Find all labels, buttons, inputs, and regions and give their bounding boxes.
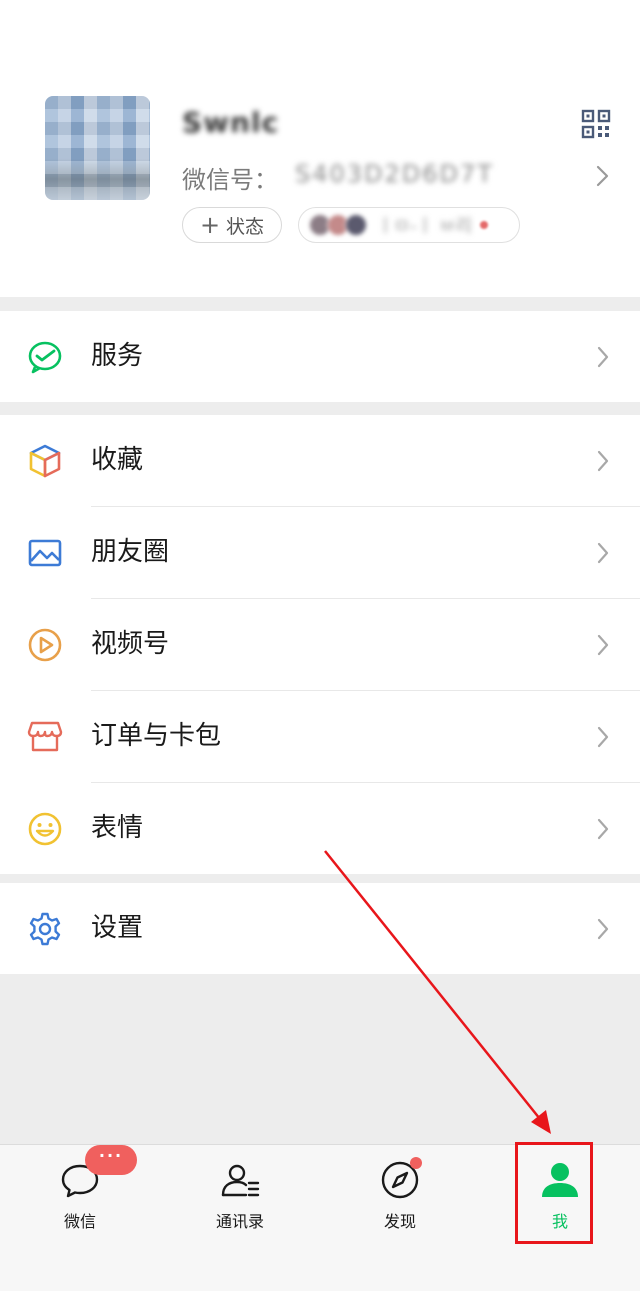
unread-badge: ···	[85, 1145, 137, 1175]
menu-item-services[interactable]: 服务	[0, 311, 640, 402]
chevron-right-icon	[597, 542, 609, 564]
tab-label-discover: 发现	[383, 1212, 416, 1231]
avatar[interactable]	[45, 96, 150, 200]
friends-status-dot	[480, 221, 489, 229]
qr-code-icon[interactable]	[581, 109, 611, 139]
menu-label-favorites: 收藏	[91, 445, 144, 475]
nickname: Swnlc	[182, 106, 280, 139]
chevron-right-icon	[597, 726, 609, 748]
menu-group-settings: 设置	[0, 883, 640, 974]
friends-status-pill[interactable]: ㅣㅁ-ㅣ ㅂ리	[298, 207, 520, 243]
tab-label-contacts: 通讯录	[215, 1212, 264, 1231]
menu-group-main: 收藏 朋友圈 视频号 订单与卡包 表情	[0, 415, 640, 874]
play-circle-icon	[28, 628, 62, 662]
menu-item-settings[interactable]: 设置	[0, 883, 640, 974]
annotation-highlight-box	[515, 1142, 593, 1244]
wechat-pay-check-icon	[28, 341, 62, 374]
friends-avatars	[309, 214, 367, 236]
smile-face-icon	[28, 812, 62, 846]
chevron-right-icon	[597, 346, 609, 368]
menu-group-services: 服务	[0, 311, 640, 402]
menu-item-favorites[interactable]: 收藏	[0, 415, 640, 506]
wechat-id-label: 微信号：	[182, 166, 278, 194]
menu-label-channels: 视频号	[91, 629, 170, 659]
gear-icon	[29, 912, 61, 946]
chevron-right-icon	[597, 450, 609, 472]
tab-label-chats: 微信	[63, 1212, 96, 1231]
chevron-right-icon	[597, 818, 609, 840]
chevron-right-icon[interactable]	[594, 164, 610, 188]
cube-icon	[29, 444, 61, 478]
add-status-button[interactable]: + 状态	[182, 207, 282, 243]
status-button-label: 状态	[226, 215, 265, 238]
menu-item-stickers[interactable]: 表情	[0, 783, 640, 874]
wechat-id-value: S403D2D6D7T	[295, 160, 494, 188]
contacts-person-icon	[221, 1164, 260, 1197]
menu-item-orders[interactable]: 订单与卡包	[0, 691, 640, 782]
friends-status-text: ㅣㅁ-ㅣ ㅂ리	[377, 216, 473, 237]
menu-label-settings: 设置	[91, 913, 144, 943]
picture-icon	[28, 539, 62, 567]
profile-header[interactable]: Swnlc 微信号： S403D2D6D7T + 状态 ㅣㅁ-ㅣ ㅂ리	[0, 0, 640, 297]
menu-item-moments[interactable]: 朋友圈	[0, 507, 640, 598]
shop-awning-icon	[27, 721, 63, 752]
menu-label-orders: 订单与卡包	[91, 721, 222, 751]
chevron-right-icon	[597, 918, 609, 940]
plus-icon: +	[199, 211, 221, 239]
menu-item-channels[interactable]: 视频号	[0, 599, 640, 690]
chevron-right-icon	[597, 634, 609, 656]
menu-label-services: 服务	[91, 341, 144, 371]
tab-discover[interactable]: 发现	[320, 1145, 480, 1245]
tab-chats[interactable]: 微信 ···	[0, 1145, 160, 1245]
discover-new-dot	[410, 1157, 422, 1169]
menu-label-moments: 朋友圈	[91, 537, 170, 567]
menu-label-stickers: 表情	[91, 813, 144, 843]
tab-contacts[interactable]: 通讯录	[160, 1145, 320, 1245]
